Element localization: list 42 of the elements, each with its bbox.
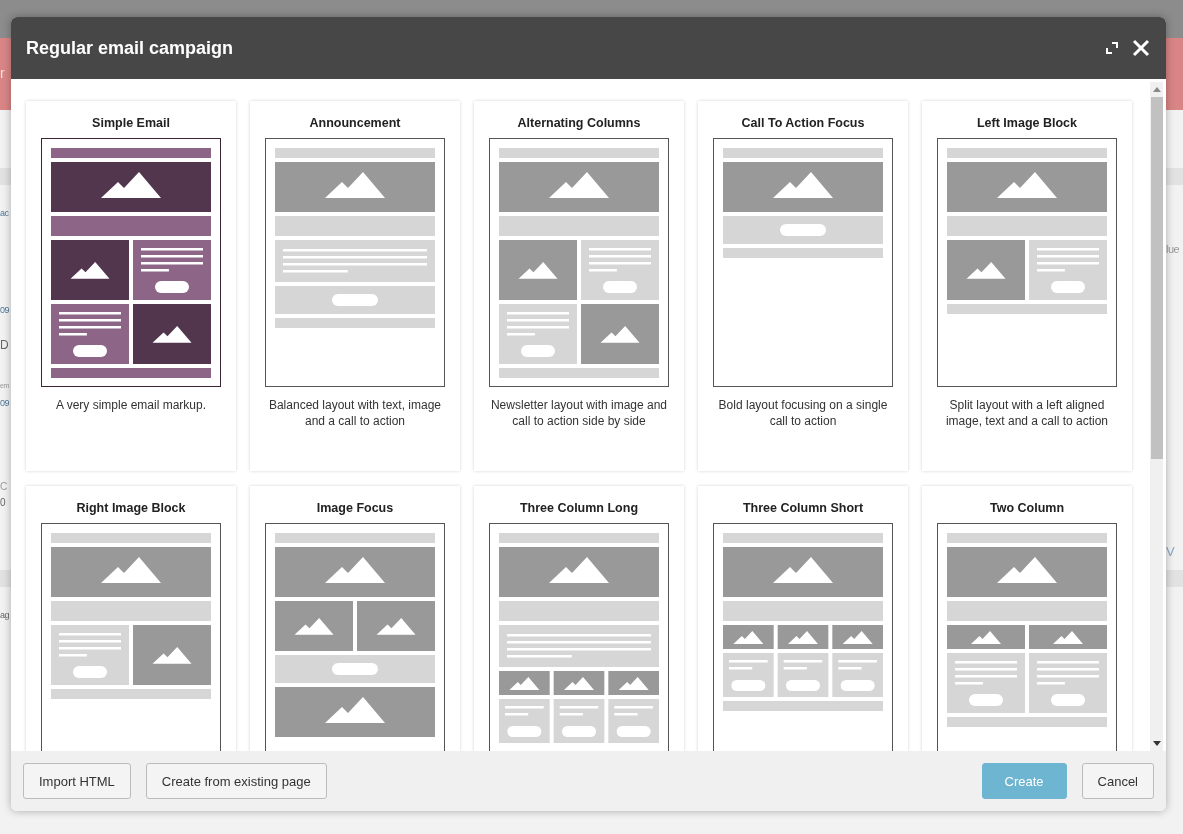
background-text: r bbox=[0, 66, 5, 80]
template-title: Announcement bbox=[309, 116, 401, 130]
template-card[interactable]: Two Column bbox=[922, 486, 1132, 751]
template-card[interactable]: Three Column Long bbox=[474, 486, 684, 751]
template-title: Alternating Columns bbox=[517, 116, 641, 130]
template-card[interactable]: Alternating Columns Newsletter layout with image and call to action side by side bbox=[474, 101, 684, 471]
background-text: D bbox=[0, 339, 9, 351]
background-text: 0 bbox=[0, 498, 6, 508]
template-description: A very simple email markup. bbox=[54, 397, 207, 413]
dialog-title: Regular email campaign bbox=[26, 37, 234, 59]
template-title: Three Column Long bbox=[519, 501, 639, 515]
close-icon[interactable] bbox=[1132, 39, 1150, 57]
template-card[interactable]: Simple Email A very simple email markup. bbox=[26, 101, 236, 471]
template-card[interactable]: Announcement Balanced layout with text, image and a call to action bbox=[250, 101, 460, 471]
template-title: Simple Email bbox=[92, 116, 170, 130]
scrollbar[interactable] bbox=[1150, 82, 1163, 751]
template-title: Two Column bbox=[989, 501, 1065, 515]
background-text: V bbox=[1166, 545, 1175, 558]
template-description: Split layout with a left aligned image, text and a call to action bbox=[944, 397, 1110, 429]
background-text: ac bbox=[0, 209, 9, 218]
template-title: Image Focus bbox=[316, 501, 394, 515]
template-title: Call To Action Focus bbox=[741, 116, 865, 130]
background-text: C bbox=[0, 482, 7, 492]
template-card[interactable]: Call To Action Focus Bold layout focusing on a single call to action bbox=[698, 101, 908, 471]
secondary-button[interactable]: Import HTML bbox=[23, 763, 131, 799]
background-text: 09 bbox=[0, 306, 9, 315]
template-description: Balanced layout with text, image and a call to action bbox=[267, 397, 443, 429]
template-card[interactable]: Three Column Short bbox=[698, 486, 908, 751]
template-title: Left Image Block bbox=[977, 116, 1077, 130]
background-text: ag bbox=[0, 611, 9, 620]
template-description: Bold layout focusing on a single call to action bbox=[717, 397, 889, 429]
template-title: Three Column Short bbox=[742, 501, 864, 515]
template-description: Newsletter layout with image and call to action side by side bbox=[490, 397, 668, 429]
background-text: lue bbox=[1166, 244, 1180, 255]
secondary-button[interactable]: Cancel bbox=[1081, 763, 1154, 799]
secondary-button[interactable]: Create from existing page bbox=[145, 763, 327, 799]
template-card[interactable]: Image Focus bbox=[250, 486, 460, 751]
template-title: Right Image Block bbox=[76, 501, 186, 515]
background-text: 09 bbox=[0, 399, 9, 408]
template-card[interactable]: Right Image Block bbox=[26, 486, 236, 751]
maximize-icon[interactable] bbox=[1106, 42, 1118, 54]
template-card[interactable]: Left Image Block Split layout with a left aligned image, text and a call to action bbox=[922, 101, 1132, 471]
